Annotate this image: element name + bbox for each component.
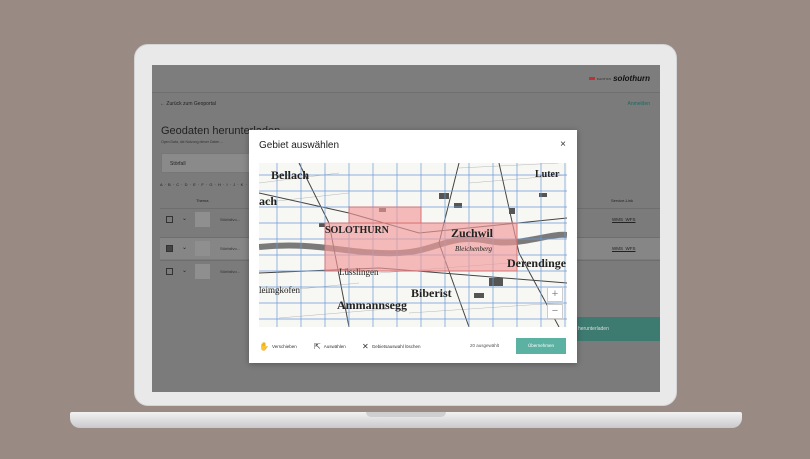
alphabet-filter[interactable]: A · B · C · D · E · F · G · H · I · J · … (160, 182, 260, 187)
wms-link[interactable]: WMS WFS (612, 217, 636, 222)
label-derendingen: Derendinge (507, 256, 567, 270)
chevron-down-icon[interactable]: ⌄ (182, 267, 187, 274)
flag-icon (588, 77, 595, 80)
cursor-icon: ⇱ (314, 342, 321, 351)
label-luesslingen: Lüsslingen (339, 267, 379, 277)
chevron-down-icon[interactable]: ⌄ (182, 215, 187, 222)
label-zuchwil: Zuchwil (451, 226, 494, 240)
selected-count: 20 ausgewählt (470, 343, 500, 348)
label-luterbach: Luter (535, 169, 560, 180)
logo-kanton: KANTON (596, 76, 612, 81)
row-label: Störfallvo... (220, 269, 241, 274)
row-checkbox[interactable] (166, 245, 173, 252)
map-canvas[interactable]: Bellach ach SOLOTHURN Zuchwil Bleichenbe… (259, 163, 567, 327)
hand-icon: ✋ (259, 342, 269, 351)
label-solothurn: SOLOTHURN (325, 225, 390, 236)
label-bellach: Bellach (271, 168, 309, 182)
page-subtitle: Open Data, die Nutzung dieser Daten ... (161, 140, 224, 144)
label-ammannsegg: Ammannsegg (337, 298, 407, 312)
layer-thumbnail (195, 264, 210, 279)
move-tool-label: Verschieben (271, 344, 297, 349)
apply-button[interactable]: Übernehmen (516, 338, 566, 354)
map-view[interactable]: Bellach ach SOLOTHURN Zuchwil Bleichenbe… (259, 163, 567, 327)
row-label: Störfallvo... (220, 246, 241, 251)
close-icon: ✕ (362, 342, 369, 351)
login-link[interactable]: Anmelden (627, 101, 650, 107)
chevron-down-icon[interactable]: ⌄ (182, 244, 187, 251)
column-header-service: Service-Link (611, 198, 634, 203)
area-select-dialog: Gebiet auswählen × Bellach ach SOLOTHURN… (249, 130, 577, 363)
clear-selection-tool[interactable]: ✕ Gebietsauswahl löschen (362, 342, 420, 351)
logo-brand: solothurn (613, 74, 650, 83)
move-tool[interactable]: ✋ Verschieben (259, 342, 297, 351)
select-tool-label: Auswählen (323, 344, 346, 349)
label-bleichenberg: Bleichenberg (455, 245, 493, 253)
layer-thumbnail (195, 241, 210, 256)
close-icon[interactable]: × (560, 139, 566, 150)
wms-link[interactable]: WMS WFS (612, 246, 636, 251)
clear-tool-label: Gebietsauswahl löschen (371, 344, 421, 349)
zoom-out-button[interactable]: − (547, 304, 563, 319)
select-tool[interactable]: ⇱ Auswählen (314, 342, 346, 351)
layer-thumbnail (195, 212, 210, 227)
laptop-notch (366, 412, 446, 417)
filter-input[interactable]: Störfall (161, 153, 253, 173)
row-checkbox[interactable] (166, 216, 173, 223)
dialog-title: Gebiet auswählen (259, 140, 340, 151)
column-header-thema: Thema (196, 198, 209, 203)
download-button[interactable]: herunterladen (570, 317, 660, 341)
kanton-logo[interactable]: KANTON solothurn (588, 74, 650, 83)
label-biberist: Biberist (411, 286, 452, 300)
page-header: KANTON solothurn (152, 65, 660, 93)
back-link[interactable]: ← Zurück zum Geoportal (160, 101, 216, 107)
selected-area-top[interactable] (348, 206, 422, 224)
row-label: Störfallvo... (220, 217, 241, 222)
label-ach: ach (259, 194, 277, 208)
zoom-in-button[interactable]: + (547, 287, 563, 302)
row-checkbox[interactable] (166, 268, 173, 275)
label-leimgkofen: leimgkofen (259, 285, 300, 295)
